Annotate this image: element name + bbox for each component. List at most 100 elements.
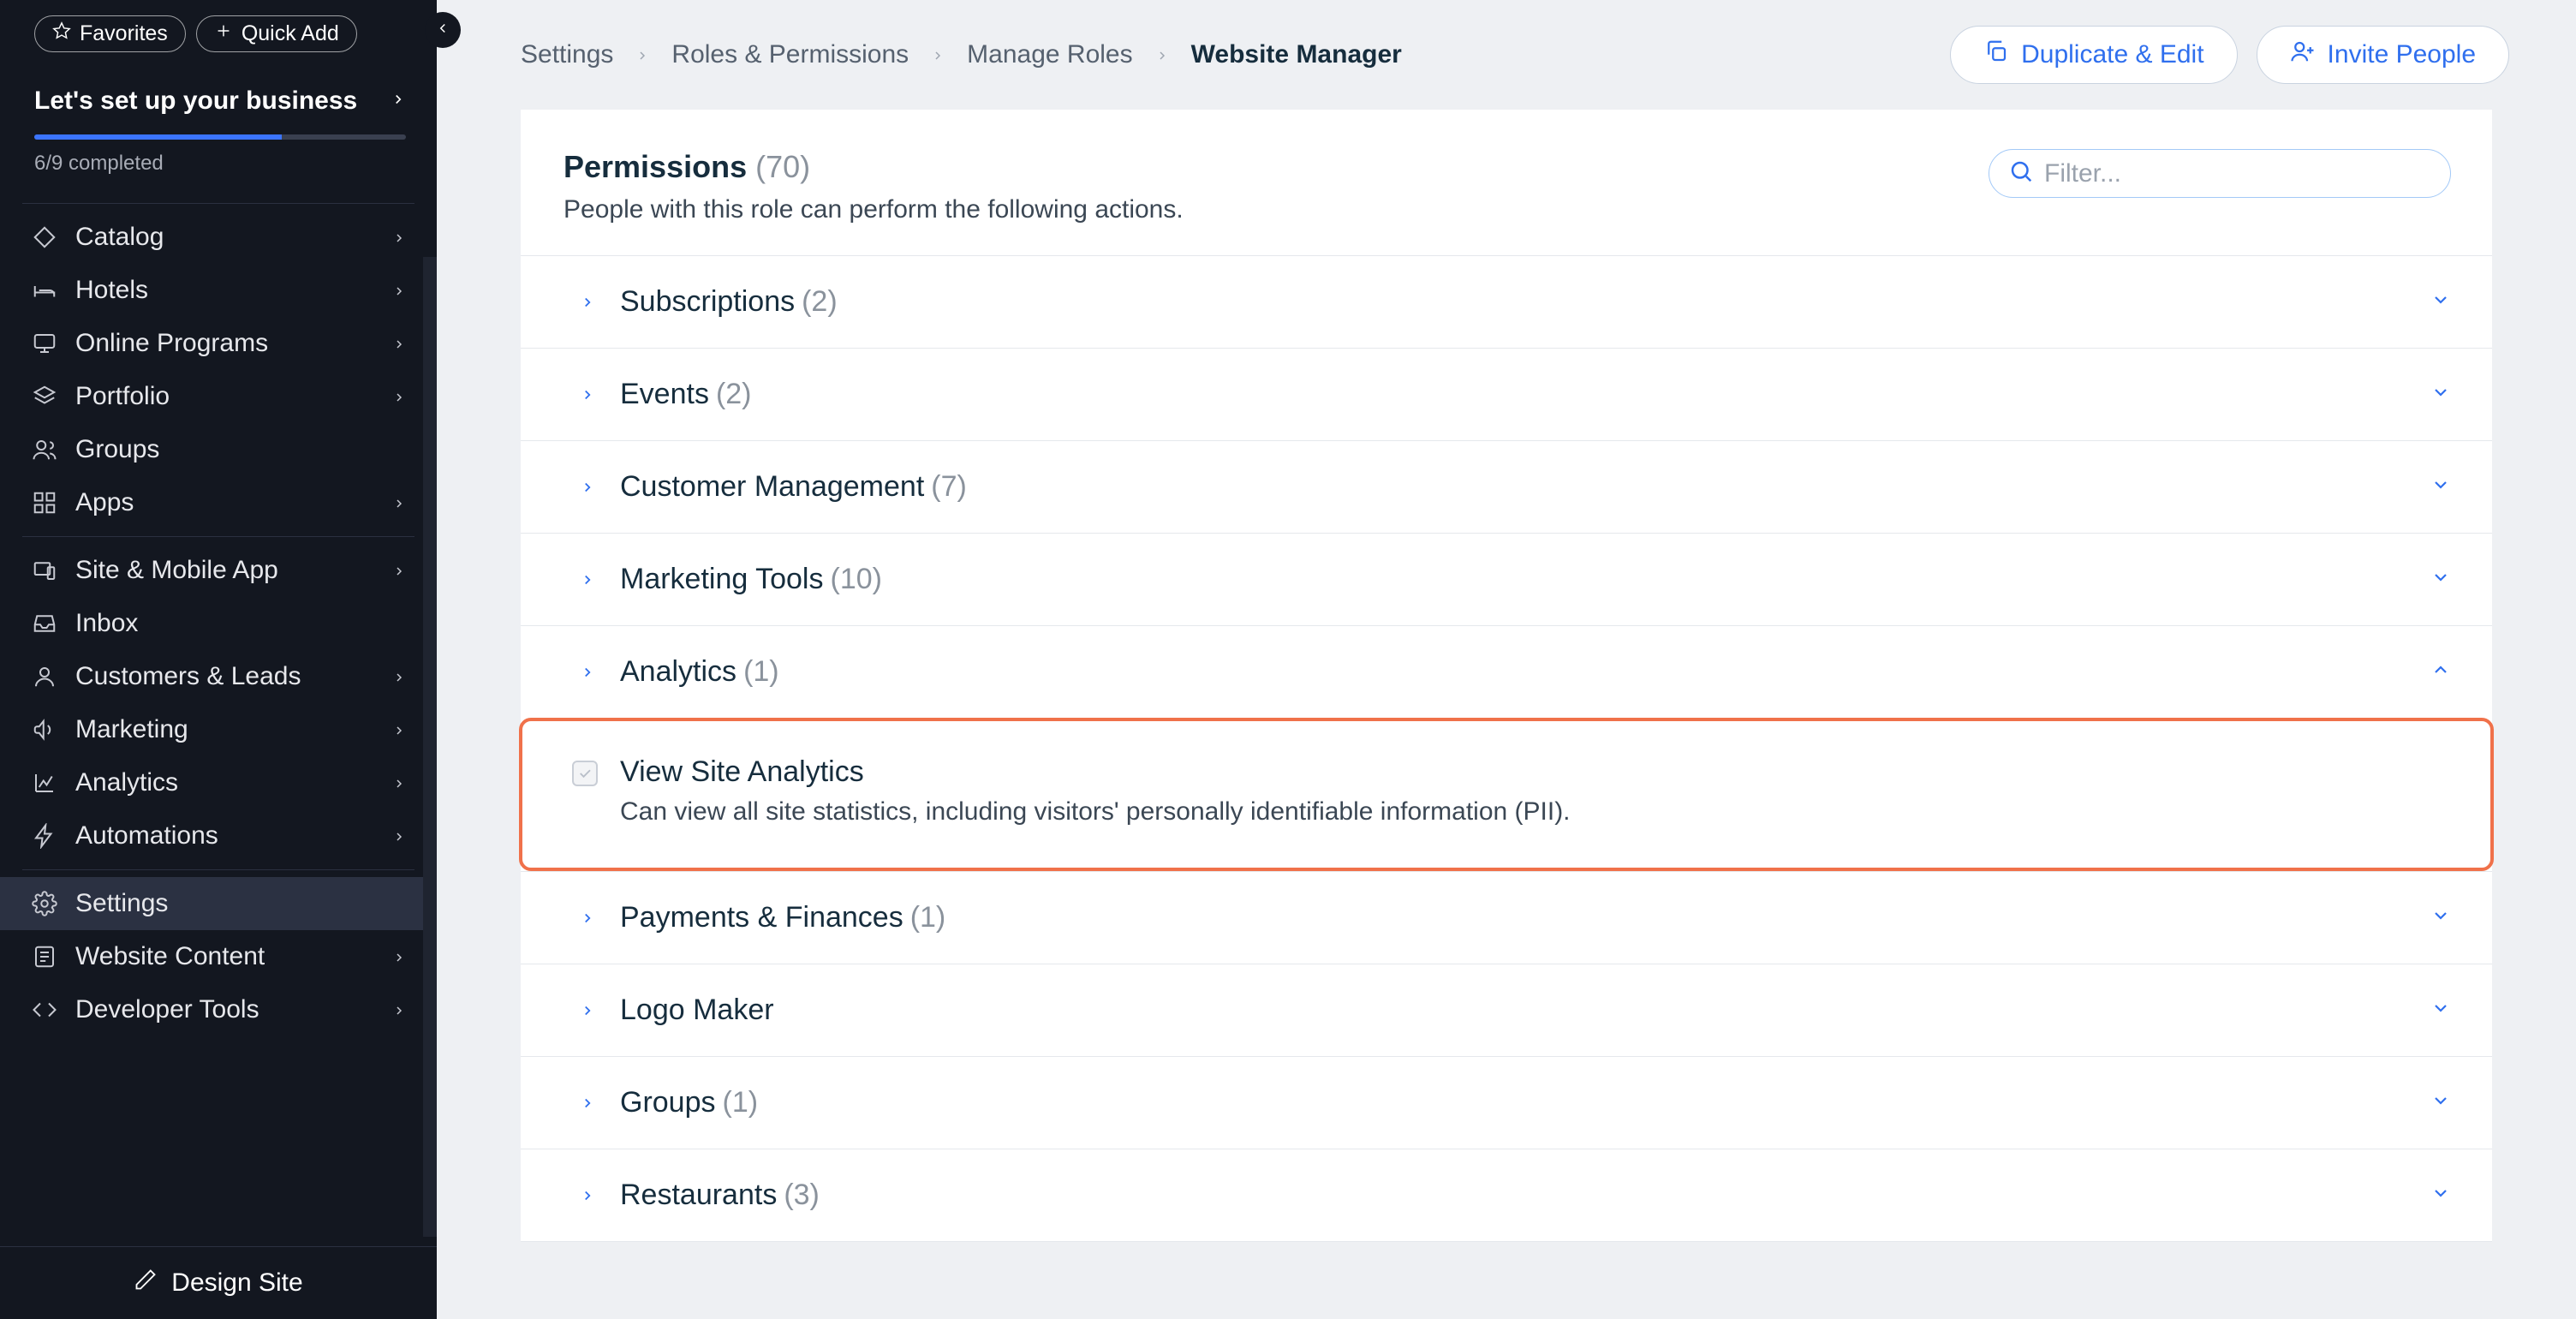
group-count: (3): [784, 1179, 820, 1212]
chevron-right-icon: [572, 910, 603, 926]
chevron-down-icon: [2430, 474, 2451, 499]
sidebar-item-hotels[interactable]: Hotels: [0, 264, 437, 317]
sidebar-item-label: Groups: [75, 435, 406, 464]
chart-icon: [31, 769, 58, 797]
sidebar-item-customers-leads[interactable]: Customers & Leads: [0, 650, 437, 703]
permission-group-events[interactable]: Events (2): [521, 348, 2492, 440]
sidebar-item-settings[interactable]: Settings: [0, 877, 437, 930]
group-title: Events: [620, 378, 709, 411]
button-label: Invite People: [2328, 40, 2476, 69]
chevron-right-icon: [572, 1095, 603, 1111]
button-label: Duplicate & Edit: [2021, 40, 2203, 69]
chevron-right-icon: [392, 329, 406, 358]
permissions-subtitle: People with this role can perform the fo…: [564, 195, 1184, 224]
sidebar-item-website-content[interactable]: Website Content: [0, 930, 437, 983]
chevron-down-icon: [2430, 382, 2451, 407]
sidebar-item-site-mobile-app[interactable]: Site & Mobile App: [0, 544, 437, 597]
pencil-icon: [134, 1268, 158, 1298]
sidebar-item-online-programs[interactable]: Online Programs: [0, 317, 437, 370]
sidebar-top: Favorites Quick Add: [0, 0, 437, 68]
sidebar-item-developer-tools[interactable]: Developer Tools: [0, 983, 437, 1036]
permission-group-subscriptions[interactable]: Subscriptions (2): [521, 255, 2492, 348]
tag-icon: [31, 224, 58, 251]
permissions-header: Permissions (70) People with this role c…: [521, 149, 2492, 255]
page-icon: [31, 943, 58, 970]
chevron-right-icon: [1155, 40, 1169, 69]
code-icon: [31, 996, 58, 1024]
chevron-right-icon: [392, 662, 406, 691]
permission-group-payments-finances[interactable]: Payments & Finances (1): [521, 871, 2492, 964]
users-icon: [31, 436, 58, 463]
permission-group-restaurants[interactable]: Restaurants (3): [521, 1149, 2492, 1242]
chevron-right-icon: [572, 1188, 603, 1203]
group-count: (2): [716, 378, 752, 411]
filter-input[interactable]: [2044, 159, 2431, 188]
sidebar-item-label: Online Programs: [75, 329, 375, 358]
sidebar-item-label: Website Content: [75, 942, 375, 971]
chevron-right-icon: [392, 715, 406, 744]
permission-item-title: View Site Analytics: [620, 755, 1571, 789]
filter-box[interactable]: [1989, 149, 2451, 198]
chevron-left-icon: [435, 21, 450, 40]
sidebar-item-label: Apps: [75, 488, 375, 517]
group-title: Payments & Finances: [620, 901, 903, 934]
sidebar-scrollbar[interactable]: [423, 257, 437, 1237]
design-site-button[interactable]: Design Site: [0, 1246, 437, 1319]
main: Settings Roles & Permissions Manage Role…: [437, 0, 2576, 1319]
chevron-right-icon: [572, 665, 603, 680]
group-count: (7): [931, 470, 967, 504]
permissions-title: Permissions: [564, 149, 747, 184]
megaphone-icon: [31, 716, 58, 743]
group-count: (1): [910, 901, 946, 934]
sidebar-item-label: Settings: [75, 889, 406, 918]
permission-group-marketing-tools[interactable]: Marketing Tools (10): [521, 533, 2492, 625]
sidebar-item-inbox[interactable]: Inbox: [0, 597, 437, 650]
divider: [22, 869, 414, 870]
sidebar-item-label: Site & Mobile App: [75, 556, 375, 585]
chevron-right-icon: [392, 995, 406, 1024]
chevron-right-icon: [392, 556, 406, 585]
permission-item-description: Can view all site statistics, including …: [620, 797, 1571, 827]
sidebar-item-portfolio[interactable]: Portfolio: [0, 370, 437, 423]
sidebar-item-apps[interactable]: Apps: [0, 476, 437, 529]
group-count: (1): [743, 655, 779, 689]
duplicate-edit-button[interactable]: Duplicate & Edit: [1950, 26, 2237, 84]
favorites-label: Favorites: [80, 21, 168, 46]
breadcrumb-item[interactable]: Settings: [521, 40, 613, 69]
breadcrumb-item[interactable]: Manage Roles: [967, 40, 1132, 69]
permission-group-logo-maker[interactable]: Logo Maker: [521, 964, 2492, 1056]
sidebar-item-catalog[interactable]: Catalog: [0, 211, 437, 264]
group-title: Analytics: [620, 655, 736, 689]
permission-group-customer-management[interactable]: Customer Management (7): [521, 440, 2492, 533]
chevron-right-icon: [392, 382, 406, 411]
bolt-icon: [31, 822, 58, 850]
collapse-sidebar-button[interactable]: [425, 12, 461, 48]
invite-people-button[interactable]: Invite People: [2257, 26, 2509, 84]
permission-group-groups[interactable]: Groups (1): [521, 1056, 2492, 1149]
sidebar-item-label: Hotels: [75, 276, 375, 305]
sidebar-item-marketing[interactable]: Marketing: [0, 703, 437, 756]
group-count: (10): [831, 563, 882, 596]
sidebar-item-analytics[interactable]: Analytics: [0, 756, 437, 809]
permission-group-analytics[interactable]: Analytics (1): [521, 625, 2492, 718]
people-icon: [31, 663, 58, 690]
sidebar-item-automations[interactable]: Automations: [0, 809, 437, 862]
favorites-button[interactable]: Favorites: [34, 15, 186, 52]
breadcrumb-current: Website Manager: [1191, 40, 1402, 69]
chevron-right-icon: [572, 387, 603, 403]
group-count: (1): [723, 1086, 759, 1119]
chevron-right-icon: [572, 572, 603, 588]
sidebar-item-label: Developer Tools: [75, 995, 375, 1024]
breadcrumb-item[interactable]: Roles & Permissions: [671, 40, 909, 69]
sidebar-item-groups[interactable]: Groups: [0, 423, 437, 476]
chevron-right-icon: [392, 768, 406, 797]
permissions-panel: Permissions (70) People with this role c…: [521, 110, 2492, 1242]
chevron-right-icon: [572, 1003, 603, 1018]
sidebar-item-label: Marketing: [75, 715, 375, 744]
setup-block[interactable]: Let's set up your business 6/9 completed: [0, 68, 437, 196]
bed-icon: [31, 277, 58, 304]
quick-add-button[interactable]: Quick Add: [196, 15, 357, 52]
chevron-right-icon: [391, 92, 406, 111]
chevron-down-icon: [2430, 1090, 2451, 1115]
chevron-down-icon: [2430, 1183, 2451, 1208]
